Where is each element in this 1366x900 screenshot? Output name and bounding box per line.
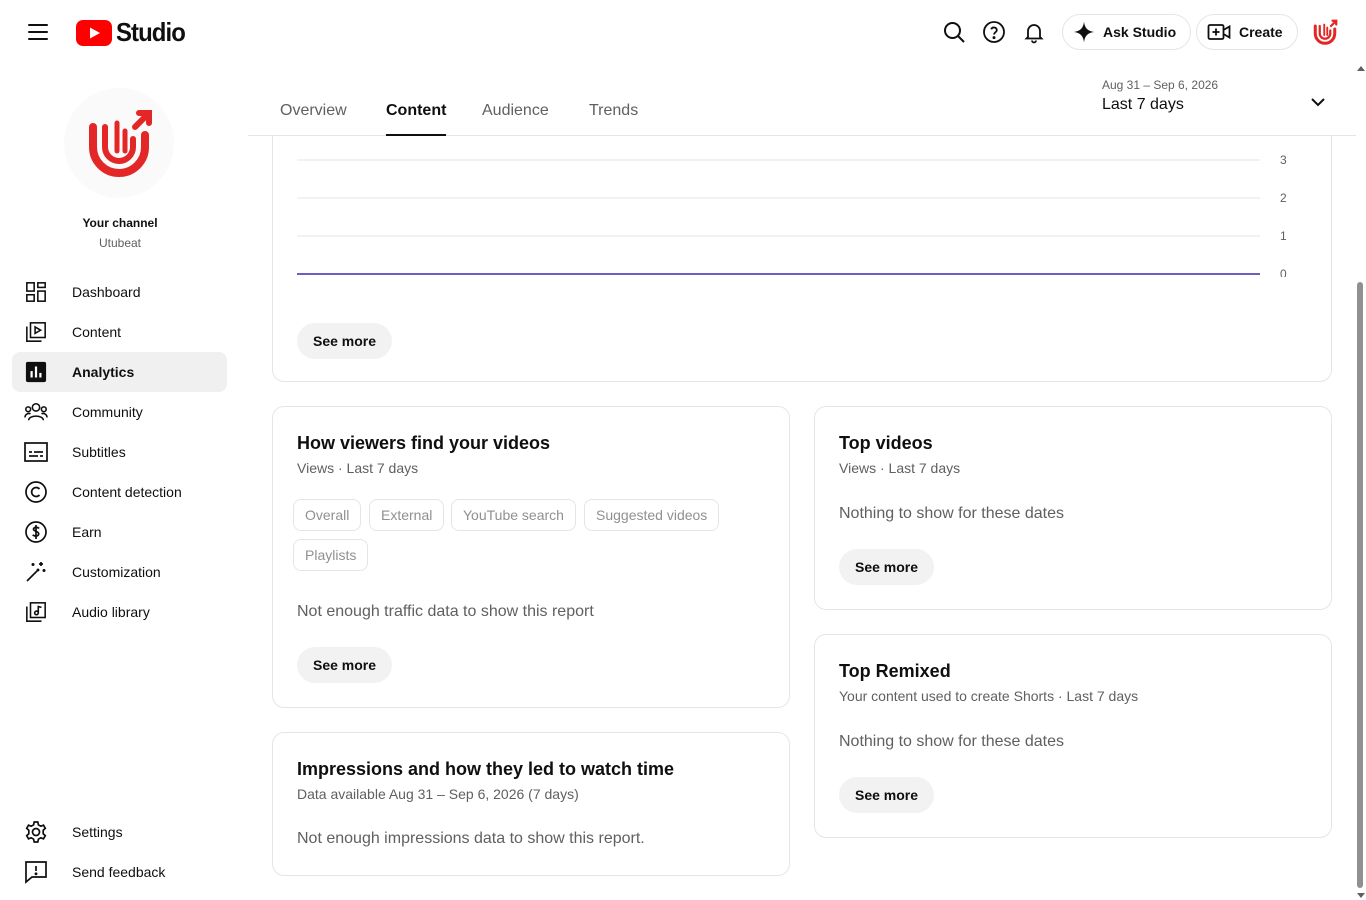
sidebar-item-label: Audio library xyxy=(72,604,150,620)
sidebar-item-earn[interactable]: Earn xyxy=(12,512,227,552)
scrollbar-thumb[interactable] xyxy=(1357,282,1363,888)
sidebar-item-label: Earn xyxy=(72,524,102,540)
date-range-text: Aug 31 – Sep 6, 2026 xyxy=(1102,78,1219,92)
sidebar-item-label: Send feedback xyxy=(72,864,166,880)
scroll-up-arrow-icon[interactable] xyxy=(1357,66,1365,71)
page-scrollbar[interactable] xyxy=(1356,64,1366,900)
impressions-title: Impressions and how they led to watch ti… xyxy=(297,759,675,779)
top-videos-card: Top videos Views · Last 7 days Nothing t… xyxy=(814,406,1332,610)
chip-external[interactable]: External xyxy=(369,499,445,531)
chip-overall[interactable]: Overall xyxy=(293,499,362,531)
ask-studio-label: Ask Studio xyxy=(1103,24,1177,40)
analytics-icon xyxy=(24,360,48,384)
search-icon[interactable] xyxy=(938,16,970,48)
traffic-card-title: How viewers find your videos xyxy=(297,433,551,453)
date-range-picker[interactable]: Aug 31 – Sep 6, 2026 Last 7 days xyxy=(1102,78,1338,126)
scroll-down-arrow-icon[interactable] xyxy=(1357,893,1365,898)
sidebar-item-label: Customization xyxy=(72,564,161,580)
sidebar-item-analytics[interactable]: Analytics xyxy=(12,352,227,392)
tab-overview[interactable]: Overview xyxy=(280,102,347,134)
notifications-icon[interactable] xyxy=(1018,16,1050,48)
tab-content[interactable]: Content xyxy=(386,102,447,136)
dashboard-icon xyxy=(24,280,48,304)
sidebar-item-subtitles[interactable]: Subtitles xyxy=(12,432,227,472)
sidebar-item-customization[interactable]: Customization xyxy=(12,552,227,592)
top-remixed-card: Top Remixed Your content used to create … xyxy=(814,634,1332,838)
chevron-down-icon xyxy=(1311,98,1325,107)
analytics-tab-bar: Overview Content Audience Trends Aug 31 … xyxy=(248,64,1356,136)
create-video-icon xyxy=(1207,24,1231,40)
y-tick-label: 1 xyxy=(1280,229,1287,243)
create-label: Create xyxy=(1239,24,1283,40)
sidebar-item-label: Community xyxy=(72,404,143,420)
community-icon xyxy=(24,400,48,424)
sidebar-item-content-detection[interactable]: Content detection xyxy=(12,472,227,512)
feedback-icon xyxy=(24,860,48,884)
top-remixed-message: Nothing to show for these dates xyxy=(839,733,1065,750)
top-remixed-subtitle: Your content used to create Shorts · Las… xyxy=(839,688,1139,704)
top-remixed-see-more-button[interactable]: See more xyxy=(839,777,935,813)
impressions-message: Not enough impressions data to show this… xyxy=(297,830,645,847)
tab-trends[interactable]: Trends xyxy=(589,102,638,134)
sidebar-item-settings[interactable]: Settings xyxy=(12,812,227,852)
sidebar-item-label: Settings xyxy=(72,824,123,840)
sidebar-item-label: Analytics xyxy=(72,364,135,380)
dollar-icon xyxy=(24,520,48,544)
studio-logo-text: Studio xyxy=(116,17,186,47)
top-bar: Studio Ask Studio Create xyxy=(0,0,1366,64)
account-avatar[interactable] xyxy=(1310,17,1340,47)
sidebar-item-dashboard[interactable]: Dashboard xyxy=(12,272,227,312)
sidebar-item-send-feedback[interactable]: Send feedback xyxy=(12,852,227,892)
top-videos-message: Nothing to show for these dates xyxy=(839,505,1065,522)
sidebar-item-label: Subtitles xyxy=(72,444,126,460)
top-videos-see-more-button[interactable]: See more xyxy=(839,549,935,585)
views-line-chart: 0123Aug 31, 2026Sep 1, 2026Sep 2, 2026Se… xyxy=(296,153,1287,277)
copyright-icon xyxy=(24,480,48,504)
y-tick-label: 3 xyxy=(1280,153,1287,167)
traffic-card-subtitle: Views · Last 7 days xyxy=(297,460,419,476)
sidebar: Your channel Utubeat Dashboard Content A… xyxy=(0,64,240,900)
channel-name[interactable]: Utubeat xyxy=(0,236,240,250)
ask-studio-button[interactable]: Ask Studio xyxy=(1062,14,1192,50)
top-videos-subtitle: Views · Last 7 days xyxy=(839,460,961,476)
subtitles-icon xyxy=(24,440,48,464)
impressions-card: Impressions and how they led to watch ti… xyxy=(272,732,790,876)
sidebar-item-label: Dashboard xyxy=(72,284,141,300)
channel-title: Your channel xyxy=(82,216,158,230)
youtube-logo-icon xyxy=(76,19,112,46)
chart-card: 0123Aug 31, 2026Sep 1, 2026Sep 2, 2026Se… xyxy=(272,136,1332,382)
chip-playlists[interactable]: Playlists xyxy=(293,539,369,571)
y-tick-label: 2 xyxy=(1280,191,1287,205)
sparkle-icon xyxy=(1073,21,1095,43)
chip-youtube-search[interactable]: YouTube search xyxy=(451,499,576,531)
content-icon xyxy=(24,320,48,344)
impressions-subtitle: Data available Aug 31 – Sep 6, 2026 (7 d… xyxy=(297,786,579,802)
chart-see-more-button[interactable]: See more xyxy=(297,323,393,359)
sidebar-item-community[interactable]: Community xyxy=(12,392,227,432)
traffic-see-more-button[interactable]: See more xyxy=(297,647,393,683)
y-tick-label: 0 xyxy=(1280,267,1287,277)
create-button[interactable]: Create xyxy=(1196,14,1298,50)
gear-icon xyxy=(24,820,48,844)
traffic-sources-card: How viewers find your videos Views · Las… xyxy=(272,406,790,708)
studio-logo[interactable]: Studio xyxy=(76,17,191,48)
chip-suggested-videos[interactable]: Suggested videos xyxy=(584,499,720,531)
help-icon[interactable] xyxy=(978,16,1010,48)
analytics-content: 0123Aug 31, 2026Sep 1, 2026Sep 2, 2026Se… xyxy=(248,136,1356,900)
date-range-label: Last 7 days xyxy=(1102,96,1184,113)
sidebar-item-label: Content detection xyxy=(72,484,182,500)
menu-icon[interactable] xyxy=(22,16,54,48)
audio-library-icon xyxy=(24,600,48,624)
sidebar-item-content[interactable]: Content xyxy=(12,312,227,352)
traffic-card-message: Not enough traffic data to show this rep… xyxy=(297,603,594,620)
top-remixed-title: Top Remixed xyxy=(839,661,951,681)
magic-wand-icon xyxy=(24,560,48,584)
tab-audience[interactable]: Audience xyxy=(482,102,549,134)
channel-avatar[interactable] xyxy=(64,88,174,198)
sidebar-item-label: Content xyxy=(72,324,122,340)
top-videos-title: Top videos xyxy=(839,433,933,453)
sidebar-item-audio-library[interactable]: Audio library xyxy=(12,592,227,632)
